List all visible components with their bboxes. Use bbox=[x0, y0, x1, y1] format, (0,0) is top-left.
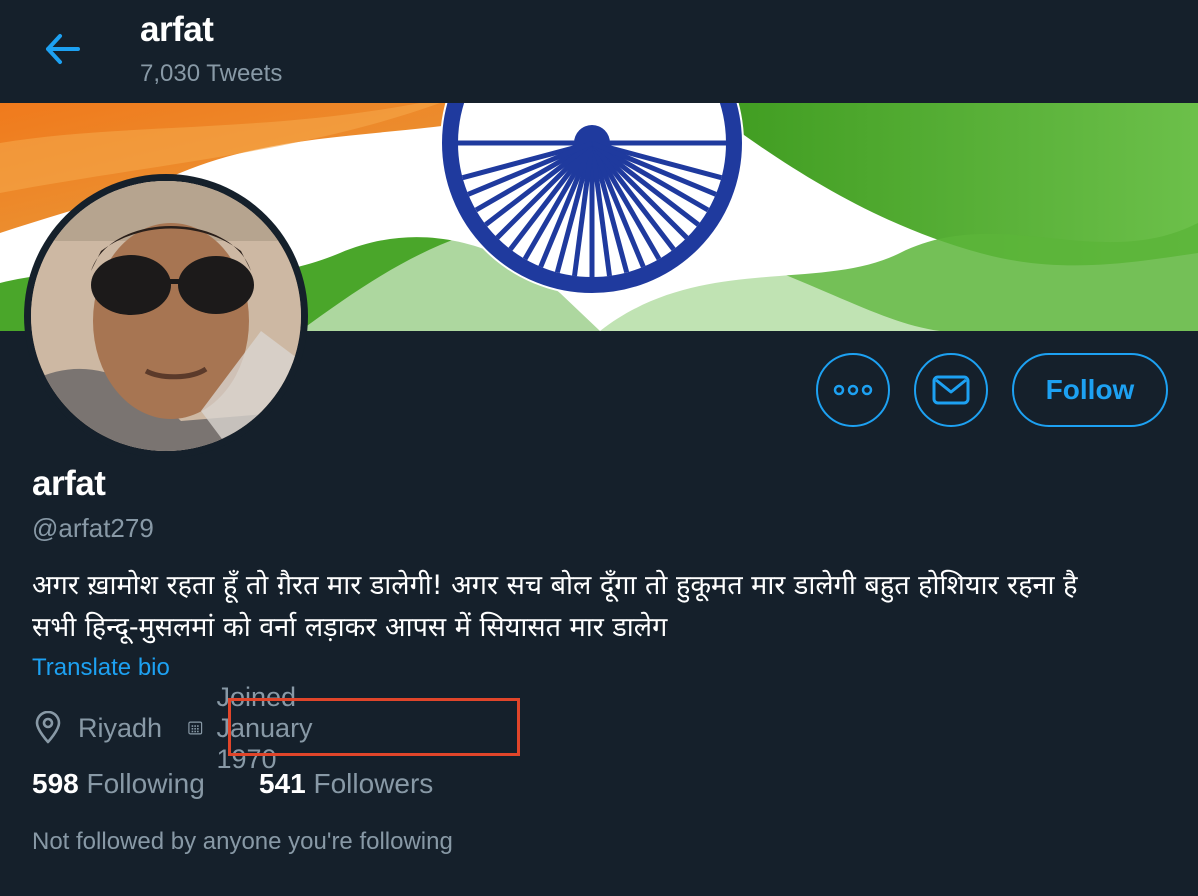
follow-button[interactable]: Follow bbox=[1012, 353, 1168, 427]
avatar-photo bbox=[31, 181, 301, 451]
followers-count: 541 bbox=[259, 768, 306, 799]
location-pin-icon bbox=[35, 711, 61, 744]
avatar-image bbox=[31, 181, 301, 451]
followers-link[interactable]: 541 Followers bbox=[259, 768, 433, 800]
more-button[interactable] bbox=[816, 353, 890, 427]
location-text: Riyadh bbox=[78, 712, 163, 743]
not-followed-note: Not followed by anyone you're following bbox=[32, 828, 453, 855]
followers-label: Followers bbox=[313, 768, 434, 799]
avatar[interactable] bbox=[24, 174, 308, 458]
display-name: arfat bbox=[32, 464, 106, 503]
following-link[interactable]: 598 Following bbox=[32, 768, 205, 800]
bio-line: अगर ख़ामोश रहता हूँ तो ग़ैरत मार डालेगी!… bbox=[32, 570, 1078, 601]
location: Riyadh bbox=[32, 706, 162, 750]
following-label: Following bbox=[86, 768, 205, 799]
profile-header: arfat 7,030 Tweets bbox=[0, 0, 1198, 104]
mail-icon bbox=[932, 375, 970, 405]
highlight-box bbox=[228, 698, 520, 756]
bio: अगर ख़ामोश रहता हूँ तो ग़ैरत मार डालेगी!… bbox=[32, 565, 1172, 649]
translate-bio-link[interactable]: Translate bio bbox=[32, 654, 170, 682]
back-arrow-icon bbox=[46, 34, 80, 64]
more-icon bbox=[833, 384, 873, 396]
back-button[interactable] bbox=[38, 28, 86, 70]
header-title: arfat bbox=[140, 10, 214, 49]
calendar-icon bbox=[188, 721, 203, 735]
user-handle: @arfat279 bbox=[32, 513, 154, 543]
bio-line: सभी हिन्दू-मुसलमां को वर्ना लड़ाकर आपस म… bbox=[32, 612, 668, 643]
following-count: 598 bbox=[32, 768, 79, 799]
tweet-count: 7,030 Tweets bbox=[140, 60, 283, 87]
message-button[interactable] bbox=[914, 353, 988, 427]
